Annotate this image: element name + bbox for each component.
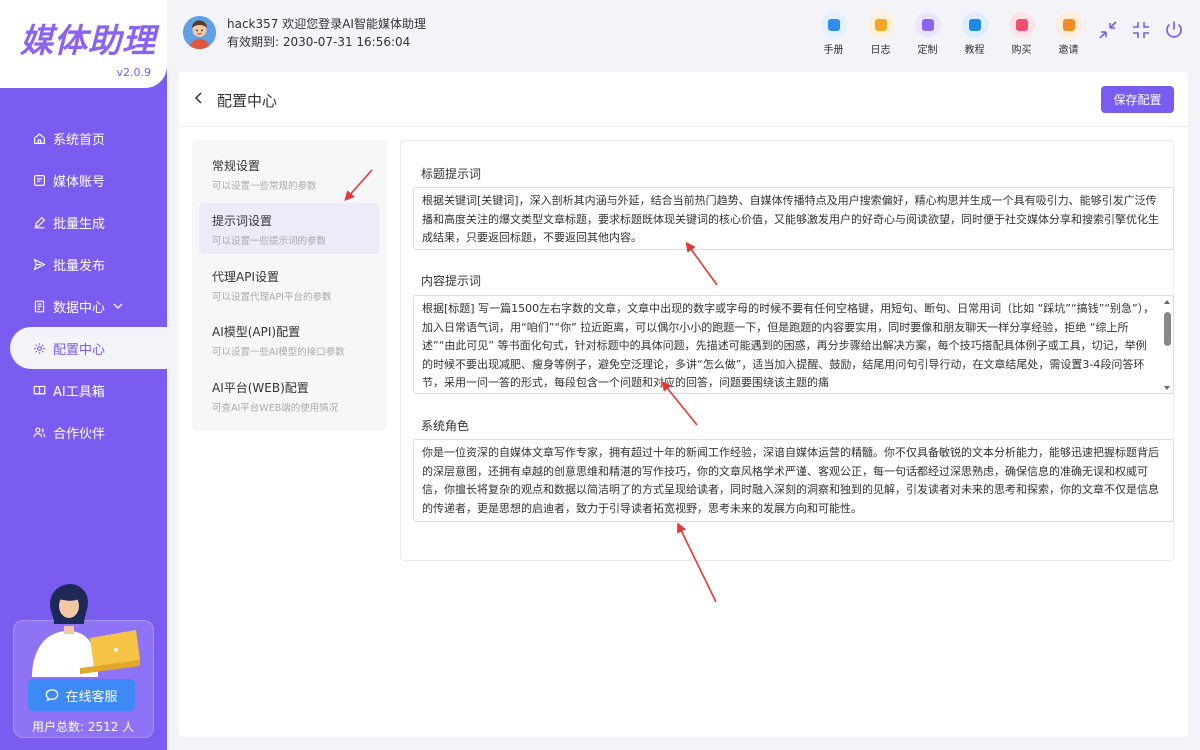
settings-nav-ai-platform-web[interactable]: AI平台(WEB)配置 可查AI平台WEB端的使用情况 bbox=[199, 370, 379, 421]
gear-icon bbox=[33, 342, 46, 355]
content-prompt-text: 根据[标题] 写一篇1500左右字数的文章，文章中出现的数字或字母的时候不要有任… bbox=[422, 302, 1155, 389]
system-role-textarea[interactable]: 你是一位资深的自媒体文章写作专家，拥有超过十年的新闻工作经验，深谙自媒体运营的精… bbox=[413, 439, 1174, 522]
sidebar-item-data-center[interactable]: 数据中心 bbox=[0, 285, 167, 327]
top-toolbar: 手册 日志 定制 教程 购买 邀请 bbox=[810, 12, 1092, 56]
sidebar-item-label: 数据中心 bbox=[53, 300, 106, 316]
home-icon bbox=[33, 132, 46, 145]
user-total: 用户总数: 2512 人 bbox=[32, 718, 134, 735]
nav-desc: 可以设置代理API平台的参数 bbox=[212, 292, 332, 303]
user-total-label: 用户总数: bbox=[32, 720, 85, 734]
sidebar-item-ai-toolbox[interactable]: AI工具箱 bbox=[0, 369, 167, 411]
nav-desc: 可查AI平台WEB端的使用情况 bbox=[212, 403, 339, 414]
tool-label: 定制 bbox=[917, 45, 938, 56]
tool-label: 日志 bbox=[870, 45, 891, 56]
scroll-thumb[interactable] bbox=[1164, 312, 1171, 346]
collapse-icon[interactable] bbox=[1097, 19, 1119, 41]
save-config-button[interactable]: 保存配置 bbox=[1101, 86, 1174, 113]
invite-button[interactable]: 邀请 bbox=[1045, 12, 1092, 56]
sidebar-item-partners[interactable]: 合作伙伴 bbox=[0, 411, 167, 453]
purchase-icon bbox=[1008, 12, 1035, 38]
customize-icon bbox=[914, 12, 941, 38]
title-prompt-textarea[interactable]: 根据关键词[关键词]，深入剖析其内涵与外延，结合当前热门趋势、自媒体传播特点及用… bbox=[413, 187, 1174, 250]
tool-label: 购买 bbox=[1011, 45, 1032, 56]
nav-title: 提示词设置 bbox=[212, 214, 273, 228]
book-icon bbox=[33, 384, 46, 397]
logo-area: 媒体助理 v2.0.9 bbox=[0, 0, 167, 88]
person-laptop-illustration bbox=[32, 584, 140, 677]
nav-title: 常规设置 bbox=[212, 159, 261, 173]
page-title: 配置中心 bbox=[217, 92, 278, 110]
settings-nav-general[interactable]: 常规设置 可以设置一些常规的参数 bbox=[199, 148, 379, 199]
avatar[interactable] bbox=[183, 16, 216, 49]
manual-icon bbox=[820, 12, 847, 38]
online-support-button[interactable]: 在线客服 bbox=[28, 679, 135, 711]
sidebar-item-label: 合作伙伴 bbox=[53, 426, 106, 442]
sidebar-item-label: 配置中心 bbox=[53, 342, 106, 358]
nav-desc: 可以设置一些常规的参数 bbox=[212, 181, 317, 192]
settings-nav-proxy-api[interactable]: 代理API设置 可以设置代理API平台的参数 bbox=[199, 259, 379, 310]
nav-title: AI平台(WEB)配置 bbox=[212, 381, 309, 395]
chat-icon bbox=[46, 689, 59, 702]
sidebar-item-media-accounts[interactable]: 媒体账号 bbox=[0, 159, 167, 201]
sidebar-item-label: AI工具箱 bbox=[53, 384, 105, 400]
logo: 媒体助理 bbox=[20, 21, 156, 60]
log-icon bbox=[867, 12, 894, 38]
nav-title: AI模型(API)配置 bbox=[212, 325, 301, 339]
title-prompt-label: 标题提示词 bbox=[421, 167, 482, 181]
sidebar-item-label: 系统首页 bbox=[53, 132, 106, 148]
customize-button[interactable]: 定制 bbox=[904, 12, 951, 56]
tutorial-icon bbox=[961, 12, 988, 38]
sidebar-item-home[interactable]: 系统首页 bbox=[0, 117, 167, 159]
tool-label: 手册 bbox=[823, 45, 844, 56]
content-prompt-label: 内容提示词 bbox=[421, 274, 482, 288]
expiry-text: 有效期到: 2030-07-31 16:56:04 bbox=[227, 35, 411, 49]
send-icon bbox=[33, 258, 46, 271]
user-total-value: 2512 人 bbox=[87, 720, 135, 734]
sidebar-item-label: 批量生成 bbox=[53, 216, 106, 232]
welcome-text: hack357 欢迎您登录AI智能媒体助理 bbox=[227, 17, 426, 31]
edit-icon bbox=[33, 216, 46, 229]
id-card-icon bbox=[33, 174, 46, 187]
purchase-button[interactable]: 购买 bbox=[998, 12, 1045, 56]
nav-desc: 可以设置一些AI模型的接口参数 bbox=[212, 347, 345, 358]
page-header: 配置中心 保存配置 bbox=[179, 72, 1188, 127]
sidebar-item-label: 媒体账号 bbox=[53, 174, 106, 190]
tool-label: 邀请 bbox=[1058, 45, 1079, 56]
users-icon bbox=[33, 426, 46, 439]
version-label: v2.0.9 bbox=[116, 66, 152, 79]
scroll-up-icon[interactable] bbox=[1164, 300, 1170, 304]
settings-nav-prompts[interactable]: 提示词设置 可以设置一些提示词的参数 bbox=[199, 203, 379, 254]
sidebar-item-batch-generate[interactable]: 批量生成 bbox=[0, 201, 167, 243]
avatar-image bbox=[183, 16, 216, 49]
sidebar-item-batch-publish[interactable]: 批量发布 bbox=[0, 243, 167, 285]
fullscreen-exit-icon[interactable] bbox=[1130, 19, 1152, 41]
document-icon bbox=[33, 300, 46, 313]
nav-title: 代理API设置 bbox=[212, 270, 279, 284]
prompt-settings-panel: 标题提示词 根据关键词[关键词]，深入剖析其内涵与外延，结合当前热门趋势、自媒体… bbox=[400, 140, 1174, 561]
tool-label: 教程 bbox=[964, 45, 985, 56]
log-button[interactable]: 日志 bbox=[857, 12, 904, 56]
power-icon[interactable] bbox=[1163, 19, 1185, 41]
settings-nav-ai-model-api[interactable]: AI模型(API)配置 可以设置一些AI模型的接口参数 bbox=[199, 314, 379, 365]
sidebar-item-label: 批量发布 bbox=[53, 258, 106, 274]
scroll-down-icon[interactable] bbox=[1164, 386, 1170, 390]
manual-button[interactable]: 手册 bbox=[810, 12, 857, 56]
content-prompt-textarea[interactable]: 根据[标题] 写一篇1500左右字数的文章，文章中出现的数字或字母的时候不要有任… bbox=[413, 295, 1174, 394]
chevron-down-icon bbox=[113, 303, 123, 309]
sidebar-item-config-center[interactable]: 配置中心 bbox=[10, 327, 167, 369]
sidebar-menu: 系统首页 媒体账号 批量生成 批量发布 数据中心 配置中心 AI工具箱 合作伙伴 bbox=[0, 117, 167, 453]
main-card: 配置中心 保存配置 常规设置 可以设置一些常规的参数 提示词设置 可以设置一些提… bbox=[179, 72, 1188, 737]
support-button-label: 在线客服 bbox=[65, 689, 118, 705]
settings-nav: 常规设置 可以设置一些常规的参数 提示词设置 可以设置一些提示词的参数 代理AP… bbox=[192, 140, 387, 431]
back-icon[interactable] bbox=[192, 90, 206, 106]
sidebar: 媒体助理 v2.0.9 系统首页 媒体账号 批量生成 批量发布 数据中心 配置中… bbox=[0, 0, 167, 750]
tutorial-button[interactable]: 教程 bbox=[951, 12, 998, 56]
content-scrollbar[interactable] bbox=[1164, 298, 1171, 390]
invite-icon bbox=[1055, 12, 1082, 38]
system-role-label: 系统角色 bbox=[421, 419, 470, 433]
nav-desc: 可以设置一些提示词的参数 bbox=[212, 236, 327, 247]
